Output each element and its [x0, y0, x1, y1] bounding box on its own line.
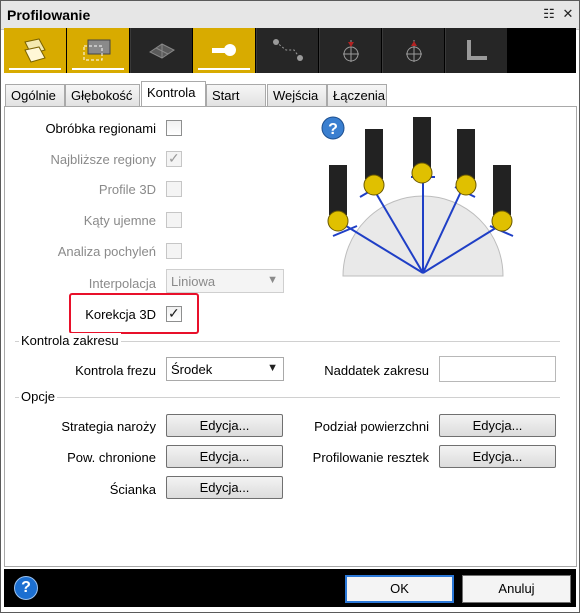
- najblizsze-regiony-label: Najbliższe regiony: [50, 152, 157, 167]
- opcje-divider: [15, 397, 560, 398]
- check-icon: ✓: [168, 305, 180, 321]
- profile-3d-label: Profile 3D: [98, 182, 156, 197]
- tool-axis-illustration: ?: [321, 116, 514, 277]
- tab-ogolnie[interactable]: Ogólnie: [5, 84, 65, 106]
- lead-out-icon: [406, 40, 422, 62]
- strategy-toolbar: [4, 28, 576, 73]
- tab-glebokosc[interactable]: Głębokość: [65, 84, 140, 106]
- mesh-icon: [149, 43, 175, 59]
- analiza-pochylen-label: Analiza pochyleń: [57, 244, 156, 259]
- kontrola-frezu-label: Kontrola frezu: [75, 363, 156, 378]
- profilowanie-dialog: Profilowanie ☷ ✕ Ogólnie Głębokość Kontr…: [0, 0, 580, 613]
- obrobka-regionami-checkbox[interactable]: [166, 120, 182, 136]
- tab-laczenia[interactable]: Łączenia: [327, 84, 387, 106]
- title-bar: Profilowanie ☷ ✕: [1, 1, 579, 30]
- chevron-down-icon: ▼: [267, 274, 278, 286]
- cancel-button[interactable]: Anuluj: [462, 575, 571, 603]
- path-tool-button[interactable]: [256, 28, 318, 73]
- scianka-edit-button[interactable]: Edycja...: [166, 476, 283, 499]
- korekcja-3d-checkbox[interactable]: ✓: [166, 305, 182, 322]
- naddatek-zakresu-input[interactable]: [439, 356, 556, 382]
- tab-bar: Ogólnie Głębokość Kontrola Start Wejścia…: [1, 81, 579, 107]
- kontrola-zakresu-group-label: Kontrola zakresu: [19, 333, 121, 348]
- check-icon: ✓: [168, 150, 180, 166]
- naddatek-zakresu-label: Naddatek zakresu: [324, 363, 429, 378]
- kontrola-panel: Obróbka regionami Najbliższe regiony ✓ P…: [4, 106, 577, 567]
- close-icon[interactable]: ✕: [560, 5, 576, 23]
- tab-wejscia[interactable]: Wejścia: [267, 84, 327, 106]
- pow-chronione-edit-button[interactable]: Edycja...: [166, 445, 283, 468]
- link-icon: [467, 40, 487, 60]
- interpolacja-label: Interpolacja: [88, 276, 156, 291]
- profile-3d-checkbox[interactable]: [166, 181, 182, 197]
- obrobka-regionami-label: Obróbka regionami: [45, 121, 156, 136]
- tab-kontrola[interactable]: Kontrola: [141, 81, 206, 107]
- analiza-pochylen-checkbox[interactable]: [166, 243, 182, 259]
- ok-button[interactable]: OK: [345, 575, 454, 603]
- tool-holder-tool-button[interactable]: [193, 28, 255, 73]
- help-icon[interactable]: ?: [14, 576, 38, 600]
- path-icon: [273, 39, 303, 61]
- profilowanie-resztek-label: Profilowanie resztek: [312, 450, 429, 465]
- boundary-tool-button[interactable]: [67, 28, 129, 73]
- kontrola-frezu-select[interactable]: Środek ▼: [166, 357, 284, 381]
- lead-in-icon: [343, 40, 359, 62]
- katy-ujemne-checkbox[interactable]: [166, 212, 182, 228]
- chevron-down-icon: ▼: [267, 362, 278, 374]
- lead-in-tool-button[interactable]: [319, 28, 381, 73]
- window-title: Profilowanie: [7, 7, 91, 23]
- surface-tool-button[interactable]: [4, 28, 66, 73]
- surface-icon: [24, 38, 46, 63]
- katy-ujemne-label: Kąty ujemne: [83, 213, 156, 228]
- najblizsze-regiony-checkbox[interactable]: ✓: [166, 150, 182, 167]
- dialog-footer: ? OK Anuluj: [4, 569, 576, 607]
- interpolacja-select[interactable]: Liniowa ▼: [166, 269, 284, 293]
- link-tool-button[interactable]: [445, 28, 507, 73]
- illustration-help-icon: ?: [328, 121, 338, 138]
- opcje-group-label: Opcje: [19, 389, 57, 404]
- boundary-icon: [83, 39, 111, 61]
- lead-out-tool-button[interactable]: [382, 28, 444, 73]
- podzial-powierzchni-label: Podział powierzchni: [314, 419, 429, 434]
- strategia-narozy-edit-button[interactable]: Edycja...: [166, 414, 283, 437]
- kontrola-frezu-value: Środek: [171, 362, 213, 377]
- pow-chronione-label: Pow. chronione: [67, 450, 156, 465]
- interpolacja-value: Liniowa: [171, 274, 216, 289]
- pin-icon[interactable]: ☷: [541, 5, 557, 23]
- strategia-narozy-label: Strategia naroży: [61, 419, 156, 434]
- tab-start[interactable]: Start: [206, 84, 266, 106]
- korekcja-3d-label: Korekcja 3D: [85, 307, 156, 322]
- podzial-powierzchni-edit-button[interactable]: Edycja...: [439, 414, 556, 437]
- mesh-tool-button[interactable]: [130, 28, 192, 73]
- scianka-label: Ścianka: [109, 482, 156, 497]
- profilowanie-resztek-edit-button[interactable]: Edycja...: [439, 445, 556, 468]
- tool-holder-icon: [212, 44, 236, 56]
